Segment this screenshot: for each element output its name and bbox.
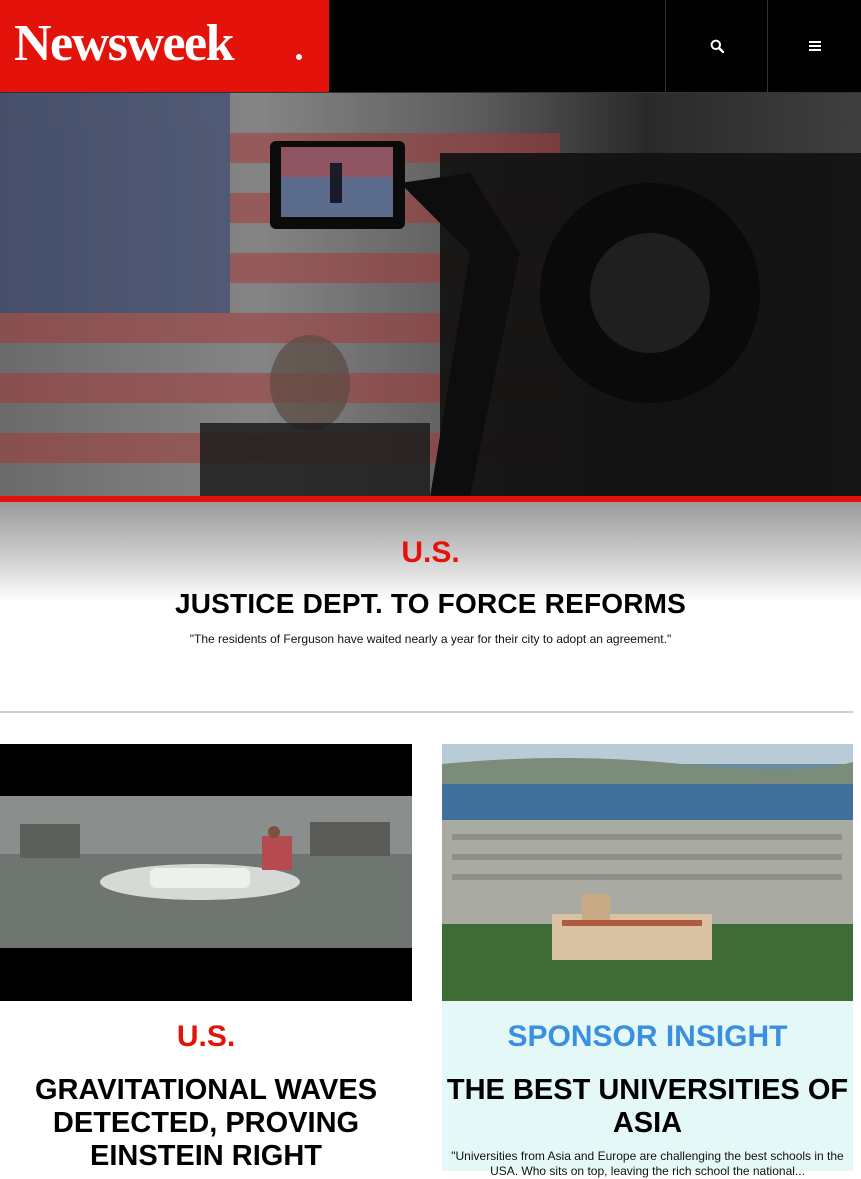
- search-button[interactable]: [665, 0, 767, 92]
- top-navigation-bar: Newsweek: [0, 0, 861, 93]
- hamburger-menu-icon: [809, 41, 821, 51]
- flooded-car-photo: [0, 744, 412, 1001]
- hero-image[interactable]: [0, 93, 861, 497]
- logo-registered-mark: [296, 54, 302, 60]
- search-icon: [710, 39, 724, 53]
- newsweek-logo[interactable]: Newsweek: [0, 0, 329, 92]
- article-section-label[interactable]: U.S.: [0, 1020, 412, 1054]
- hero-section-label[interactable]: U.S.: [0, 536, 861, 570]
- sponsor-insight-label[interactable]: SPONSOR INSIGHT: [442, 1020, 853, 1054]
- logo-text: Newsweek: [14, 15, 235, 72]
- menu-button[interactable]: [767, 0, 861, 92]
- section-divider: [0, 711, 853, 713]
- hero-quote: "The residents of Ferguson have waited n…: [189, 632, 672, 646]
- article-image[interactable]: [0, 744, 412, 1001]
- hero-photo-camera-and-flag: [0, 93, 861, 497]
- university-aerial-photo: [442, 744, 853, 1001]
- sponsored-image[interactable]: [442, 744, 853, 1001]
- article-headline[interactable]: GRAVITATIONAL WAVES DETECTED, PROVING EI…: [0, 1074, 412, 1173]
- hero-headline[interactable]: JUSTICE DEPT. TO FORCE REFORMS: [0, 588, 861, 620]
- sponsored-quote: "Universities from Asia and Europe are c…: [451, 1149, 844, 1178]
- sponsored-headline[interactable]: THE BEST UNIVERSITIES OF ASIA: [442, 1074, 853, 1140]
